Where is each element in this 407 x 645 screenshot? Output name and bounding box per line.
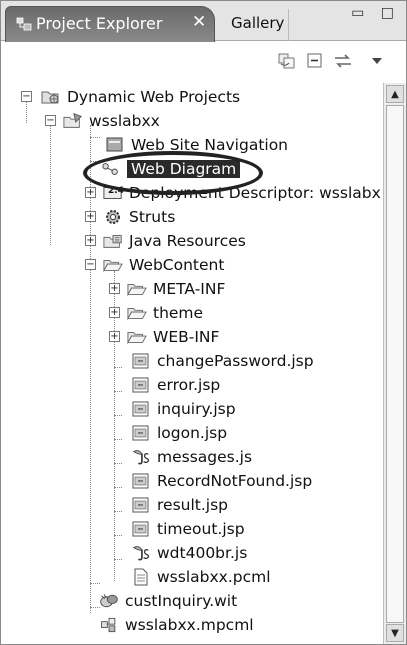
tree-item-webcontent[interactable]: WebContent <box>103 253 224 277</box>
js-file-icon <box>131 544 151 562</box>
tree-item-label: Struts <box>129 208 176 226</box>
tree-item-custinquiry-wit[interactable]: custInquiry.wit <box>99 589 237 613</box>
project-explorer-icon <box>16 16 32 35</box>
folder-icon <box>127 304 147 322</box>
tree-item-theme[interactable]: theme <box>127 301 203 325</box>
java-resources-icon <box>103 232 123 250</box>
jsp-file-icon <box>131 424 151 442</box>
expand-toggle[interactable]: + <box>109 331 120 342</box>
tree-item-label: error.jsp <box>157 376 221 394</box>
collapse-toggle[interactable]: − <box>85 259 96 270</box>
tree-item-label: Dynamic Web Projects <box>67 88 241 106</box>
tree-item-inquiry-jsp[interactable]: inquiry.jsp <box>131 397 236 421</box>
tree-item-wsslabxx-mpcml[interactable]: wsslabxx.mpcml <box>99 613 254 637</box>
tab-gallery[interactable]: Gallery <box>217 9 289 41</box>
tree-item-logon-jsp[interactable]: logon.jsp <box>131 421 227 445</box>
jsp-file-icon <box>131 352 151 370</box>
tree-item-label: inquiry.jsp <box>157 400 236 418</box>
tree-item-label: logon.jsp <box>157 424 228 442</box>
tree-item-label: wsslabxx.pcml <box>157 568 271 586</box>
tab-project-explorer-label: Project Explorer <box>36 14 163 33</box>
project-tree: − Dynamic Web Projects − wsslabxx Web Si… <box>1 83 381 644</box>
tree-item-result-jsp[interactable]: result.jsp <box>131 493 228 517</box>
tree-item-java-resources[interactable]: Java Resources <box>103 229 246 253</box>
view-menu-icon[interactable] <box>365 50 389 72</box>
tree-item-wdt400br-js[interactable]: wdt400br.js <box>131 541 247 565</box>
tree-item-label: WEB-INF <box>153 328 220 346</box>
highlight-oval <box>83 151 263 195</box>
tree-item-label: wsslabxx <box>89 112 160 130</box>
jsp-file-icon <box>131 520 151 538</box>
link-with-editor-icon[interactable] <box>275 50 299 72</box>
scrollbar-thumb[interactable] <box>386 105 404 623</box>
tree-item-label: changePassword.jsp <box>157 352 314 370</box>
jsp-file-icon <box>131 472 151 490</box>
collapse-all-icon[interactable] <box>303 50 327 72</box>
tree-item-wsslabxx[interactable]: wsslabxx <box>63 109 160 133</box>
tab-gallery-label: Gallery <box>231 14 285 32</box>
site-navigation-icon <box>105 136 125 154</box>
tree-item-label: Java Resources <box>129 232 246 250</box>
folder-icon <box>127 280 147 298</box>
tree-item-label: wdt400br.js <box>157 544 248 562</box>
jsp-file-icon <box>131 400 151 418</box>
mpcml-file-icon <box>99 616 119 634</box>
tree-item-dynamic-web-projects[interactable]: Dynamic Web Projects <box>41 85 240 109</box>
tree-item-label: result.jsp <box>157 496 228 514</box>
scroll-down-arrow-icon[interactable]: ▼ <box>386 624 404 642</box>
tree-item-label: wsslabxx.mpcml <box>125 616 254 634</box>
view-tab-strip: Project Explorer ✕ Gallery ▭ □ <box>1 1 406 42</box>
tab-project-explorer[interactable]: Project Explorer ✕ <box>5 6 215 42</box>
js-file-icon <box>131 448 151 466</box>
web-project-icon <box>63 112 83 130</box>
close-icon[interactable]: ✕ <box>192 12 206 32</box>
tree-item-timeout-jsp[interactable]: timeout.jsp <box>131 517 245 541</box>
tree-item-label: theme <box>153 304 204 322</box>
sync-icon[interactable] <box>331 50 355 72</box>
folder-open-icon <box>103 256 123 274</box>
vertical-scrollbar[interactable]: ▲ ▼ <box>383 83 406 644</box>
tree-item-label: WebContent <box>129 256 225 274</box>
tree-item-meta-inf[interactable]: META-INF <box>127 277 225 301</box>
tree-item-wsslabxx-pcml[interactable]: wsslabxx.pcml <box>131 565 271 589</box>
tree-item-label: timeout.jsp <box>157 520 245 538</box>
web-projects-folder-icon <box>41 88 61 106</box>
tree-item-web-inf[interactable]: WEB-INF <box>127 325 219 349</box>
tree-item-recordnotfound-jsp[interactable]: RecordNotFound.jsp <box>131 469 312 493</box>
collapse-toggle[interactable]: − <box>21 91 32 102</box>
pcml-file-icon <box>131 568 151 586</box>
expand-toggle[interactable]: + <box>85 211 96 222</box>
collapse-toggle[interactable]: − <box>45 115 56 126</box>
scroll-up-arrow-icon[interactable]: ▲ <box>386 85 404 103</box>
jsp-file-icon <box>131 496 151 514</box>
expand-toggle[interactable]: + <box>109 307 120 318</box>
minimize-maximize-buttons[interactable]: ▭ □ <box>351 5 400 21</box>
tree-item-struts[interactable]: Struts <box>103 205 175 229</box>
gear-icon <box>103 208 123 226</box>
view-toolbar <box>1 42 406 80</box>
expand-toggle[interactable]: + <box>85 187 96 198</box>
tree-item-messages-js[interactable]: messages.js <box>131 445 252 469</box>
tree-item-changepassword-jsp[interactable]: changePassword.jsp <box>131 349 314 373</box>
tree-item-label: custInquiry.wit <box>125 592 238 610</box>
tree-item-label: RecordNotFound.jsp <box>157 472 313 490</box>
wit-file-icon <box>99 592 119 610</box>
tree-item-error-jsp[interactable]: error.jsp <box>131 373 220 397</box>
expand-toggle[interactable]: + <box>109 283 120 294</box>
project-explorer-view: Project Explorer ✕ Gallery ▭ □ − Dynamic… <box>0 0 407 645</box>
expand-toggle[interactable]: + <box>85 235 96 246</box>
jsp-file-icon <box>131 376 151 394</box>
tree-item-label: META-INF <box>153 280 226 298</box>
folder-icon <box>127 328 147 346</box>
tree-item-label: messages.js <box>157 448 253 466</box>
